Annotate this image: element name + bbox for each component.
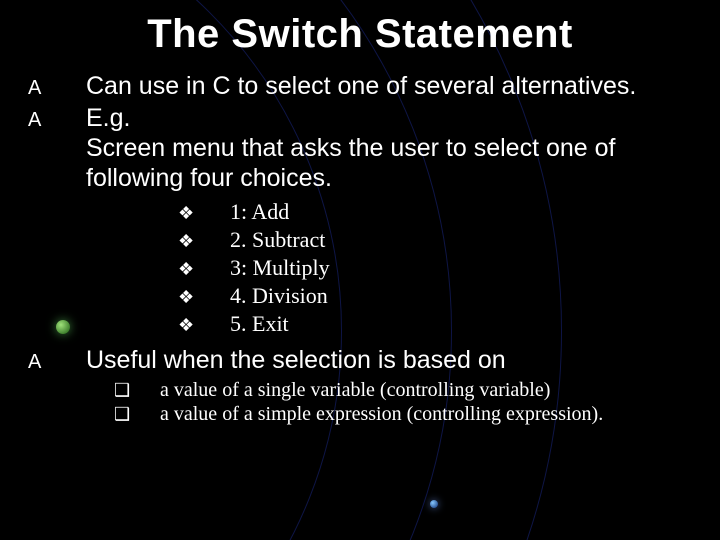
bullet-2: A E.g. Screen menu that asks the user to… — [28, 103, 692, 193]
based-on-text: a value of a single variable (controllin… — [160, 379, 550, 402]
list-item: ❑ a value of a simple expression (contro… — [28, 403, 692, 426]
bullet-3: A Useful when the selection is based on — [28, 345, 692, 377]
bullet-marker-icon: A — [28, 103, 86, 135]
based-on-list: ❑ a value of a single variable (controll… — [28, 379, 692, 426]
bullet-2-text: E.g. Screen menu that asks the user to s… — [86, 103, 692, 193]
list-item: ❖ 4. Division — [28, 283, 692, 309]
choice-text: 5. Exit — [230, 311, 289, 337]
choice-text: 3: Multiply — [230, 255, 330, 281]
diamond-bullet-icon: ❖ — [178, 315, 230, 336]
choices-list: ❖ 1: Add ❖ 2. Subtract ❖ 3: Multiply ❖ 4… — [28, 199, 692, 337]
bullet-2-line2: Screen menu that asks the user to select… — [86, 134, 615, 192]
diamond-bullet-icon: ❖ — [178, 231, 230, 252]
bullet-2-line1: E.g. — [86, 104, 130, 132]
square-bullet-icon: ❑ — [114, 404, 160, 425]
choice-text: 1: Add — [230, 199, 289, 225]
square-bullet-icon: ❑ — [114, 380, 160, 401]
bullet-3-text: Useful when the selection is based on — [86, 345, 506, 375]
slide-content: The Switch Statement A Can use in C to s… — [0, 0, 720, 540]
diamond-bullet-icon: ❖ — [178, 203, 230, 224]
diamond-bullet-icon: ❖ — [178, 287, 230, 308]
bullet-marker-icon: A — [28, 71, 86, 103]
choice-text: 2. Subtract — [230, 227, 325, 253]
list-item: ❖ 1: Add — [28, 199, 692, 225]
bullet-1-text: Can use in C to select one of several al… — [86, 71, 636, 101]
list-item: ❖ 3: Multiply — [28, 255, 692, 281]
bullet-1: A Can use in C to select one of several … — [28, 71, 692, 103]
slide-title: The Switch Statement — [28, 12, 692, 57]
bullet-marker-icon: A — [28, 345, 86, 377]
list-item: ❖ 5. Exit — [28, 311, 692, 337]
list-item: ❑ a value of a single variable (controll… — [28, 379, 692, 402]
list-item: ❖ 2. Subtract — [28, 227, 692, 253]
based-on-text: a value of a simple expression (controll… — [160, 403, 603, 426]
choice-text: 4. Division — [230, 283, 328, 309]
diamond-bullet-icon: ❖ — [178, 259, 230, 280]
